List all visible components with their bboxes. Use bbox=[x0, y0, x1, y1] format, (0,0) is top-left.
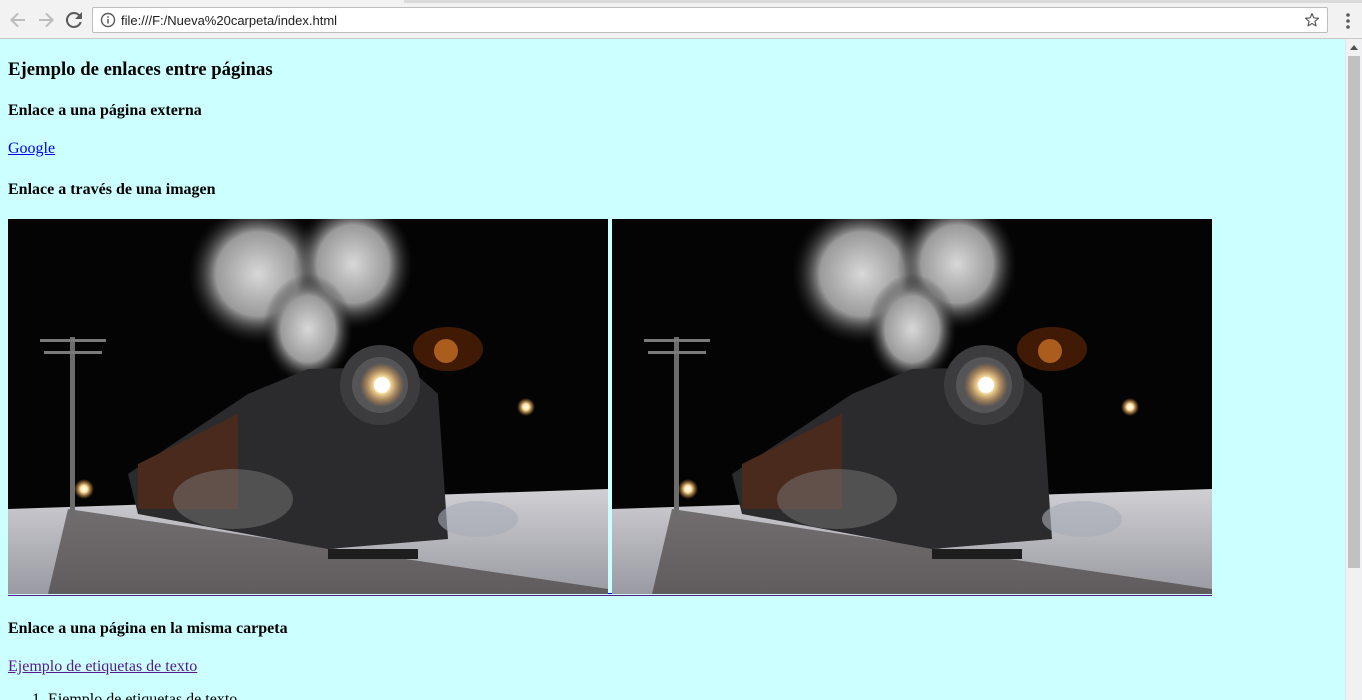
back-button[interactable] bbox=[6, 8, 30, 32]
reload-icon bbox=[65, 11, 82, 28]
vertical-dots-icon[interactable] bbox=[1338, 11, 1358, 31]
vertical-scrollbar[interactable] bbox=[1345, 39, 1362, 700]
train-image[interactable] bbox=[8, 219, 608, 594]
arrow-left-icon bbox=[10, 12, 25, 28]
arrow-right-icon bbox=[39, 12, 54, 28]
list-number: 1. bbox=[32, 691, 44, 700]
reload-button[interactable] bbox=[62, 8, 86, 32]
star-icon[interactable] bbox=[1303, 11, 1321, 29]
scroll-up-arrow-icon[interactable] bbox=[1350, 45, 1358, 50]
text-tags-example-link[interactable]: Ejemplo de etiquetas de texto bbox=[8, 658, 197, 676]
url-text[interactable]: file:///F:/Nueva%20carpeta/index.html bbox=[121, 13, 337, 28]
heading-same-folder-link: Enlace a una página en la misma carpeta bbox=[8, 620, 288, 637]
address-bar[interactable]: file:///F:/Nueva%20carpeta/index.html bbox=[92, 7, 1328, 33]
heading-image-link: Enlace a través de una imagen bbox=[8, 181, 216, 198]
train-image[interactable] bbox=[612, 219, 1212, 594]
heading-external-link: Enlace a una página externa bbox=[8, 102, 202, 119]
browser-toolbar: file:///F:/Nueva%20carpeta/index.html bbox=[0, 3, 1362, 39]
google-link[interactable]: Google bbox=[8, 140, 55, 158]
image-link[interactable] bbox=[8, 219, 1212, 596]
forward-button[interactable] bbox=[34, 8, 58, 32]
page-title: Ejemplo de enlaces entre páginas bbox=[8, 59, 273, 80]
list-item[interactable]: 1. Ejemplo de etiquetas de texto bbox=[32, 691, 237, 700]
info-icon[interactable] bbox=[100, 12, 116, 28]
page-viewport: Ejemplo de enlaces entre páginas Enlace … bbox=[0, 39, 1345, 700]
scrollbar-thumb[interactable] bbox=[1348, 56, 1360, 568]
list-item-text[interactable]: Ejemplo de etiquetas de texto bbox=[48, 691, 237, 700]
